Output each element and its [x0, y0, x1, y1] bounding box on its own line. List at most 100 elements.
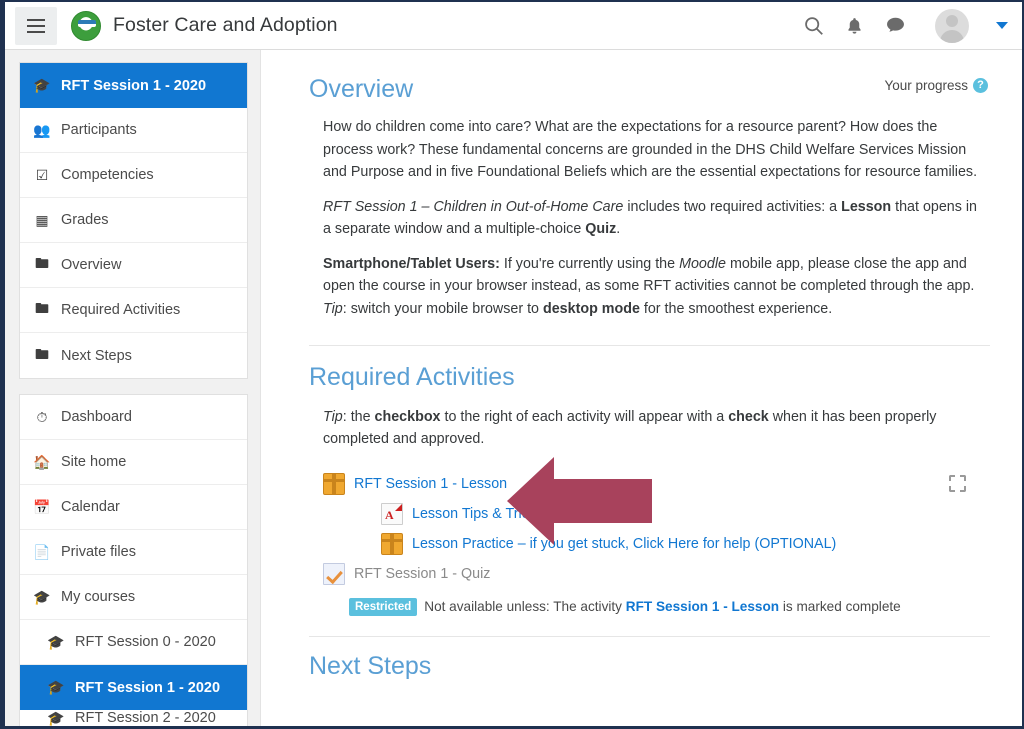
people-icon: 👥	[33, 121, 51, 138]
sidebar-item-label: RFT Session 1 - 2020	[75, 679, 221, 696]
p3-italic-tip: Tip	[323, 301, 343, 318]
completion-checkbox[interactable]	[949, 474, 966, 492]
section-divider	[309, 344, 990, 346]
next-steps-heading: Next Steps	[309, 652, 432, 681]
p3-text-a: If you're currently using the	[499, 255, 680, 272]
sidebar-item-site-home[interactable]: 🏠 Site home	[20, 440, 247, 485]
folder-icon: 🖿	[35, 300, 49, 316]
quiz-icon	[323, 562, 345, 585]
course-nav-block: 🎓 RFT Session 1 - 2020 👥 Participants ☑ …	[19, 62, 248, 379]
restriction-text-b: is marked complete	[779, 599, 901, 615]
graduation-cap-icon: 🎓	[33, 77, 51, 93]
restriction-notice: Restricted Not available unless: The act…	[349, 597, 990, 617]
page-body: 🎓 RFT Session 1 - 2020 👥 Participants ☑ …	[5, 50, 1022, 726]
session-title-italic: RFT Session 1 – Children in Out-of-Home …	[323, 198, 624, 215]
sidebar-item-calendar[interactable]: 📅 Calendar	[20, 485, 247, 530]
graduation-cap-icon: 🎓	[47, 633, 65, 650]
overview-paragraph-2: RFT Session 1 – Children in Out-of-Home …	[323, 196, 983, 241]
sidebar-item-label: Participants	[61, 122, 137, 138]
folder-icon: 🖿	[35, 345, 49, 362]
browser-window: Foster Care and Adoption 🎓 RFT Session 1…	[0, 0, 1024, 729]
sidebar-item-competencies[interactable]: ☑ Competencies	[20, 153, 247, 198]
section-divider-2	[309, 636, 990, 638]
main-content: Your progress ? Overview How do children…	[260, 50, 1022, 726]
required-activities-tip: Tip: the checkbox to the right of each a…	[323, 406, 983, 451]
sidebar-item-dashboard[interactable]: ⏱ Dashboard	[20, 395, 247, 440]
p2-bold-lesson: Lesson	[841, 198, 892, 215]
top-navbar: Foster Care and Adoption	[5, 2, 1022, 50]
p3-text-c: : switch your mobile browser to	[342, 301, 543, 318]
message-bubble-icon[interactable]	[885, 16, 906, 35]
file-icon: 📄	[33, 543, 51, 560]
folder-icon: 🖿	[35, 255, 49, 271]
grid-table-icon: ▦	[35, 211, 49, 228]
activity-link-handout[interactable]: Lesson Tips & Tricks (HANDOUT)	[412, 506, 627, 522]
sidebar-item-label: RFT Session 0 - 2020	[75, 634, 216, 650]
sidebar-item-my-courses[interactable]: 🎓 My courses	[20, 575, 247, 620]
sidebar-item-label: RFT Session 1 - 2020	[61, 77, 207, 94]
sidebar-item-label: Overview	[61, 257, 122, 273]
navbar-actions	[803, 8, 1008, 43]
overview-paragraph-1: How do children come into care? What are…	[323, 119, 978, 181]
sidebar-item-label: Required Activities	[61, 302, 181, 318]
p3-italic-moodle: Moodle	[679, 255, 726, 272]
p2-text-a: includes two required activities: a	[623, 198, 842, 215]
sidebar-item-rft-session-1-2020[interactable]: 🎓 RFT Session 1 - 2020	[20, 63, 247, 108]
activity-list: RFT Session 1 - Lesson Lesson Tips & Tri…	[323, 469, 990, 617]
chevron-down-icon[interactable]	[996, 22, 1008, 29]
bell-icon[interactable]	[845, 16, 864, 36]
sidebar-item-label: Site home	[61, 454, 127, 470]
restriction-text: Not available unless: The activity RFT S…	[424, 599, 900, 614]
sidebar-item-label: Dashboard	[61, 409, 132, 425]
p3-bold-desktop-mode: desktop mode	[542, 301, 640, 318]
list-item-quiz: RFT Session 1 - Quiz	[323, 559, 990, 589]
pdf-icon	[381, 502, 403, 525]
search-icon[interactable]	[803, 15, 824, 36]
help-icon[interactable]: ?	[973, 78, 988, 93]
lesson-icon	[323, 472, 345, 495]
sidebar-item-private-files[interactable]: 📄 Private files	[20, 530, 247, 575]
sidebar-item-overview[interactable]: 🖿 Overview	[20, 243, 247, 288]
tip-bold-checkbox: checkbox	[374, 408, 441, 425]
sidebar-item-rft-session-1-2020-current[interactable]: 🎓 RFT Session 1 - 2020	[20, 665, 247, 710]
sidebar-item-rft-session-0-2020[interactable]: 🎓 RFT Session 0 - 2020	[20, 620, 247, 665]
avatar[interactable]	[935, 8, 969, 43]
checked-box-icon: ☑	[35, 166, 49, 183]
status-badge: Restricted	[349, 597, 418, 617]
lesson-icon	[381, 532, 403, 555]
sidebar-item-label: RFT Session 2 - 2020	[75, 710, 216, 726]
p3-text-d: for the smoothest experience.	[639, 301, 833, 318]
sidebar: 🎓 RFT Session 1 - 2020 👥 Participants ☑ …	[5, 50, 260, 726]
graduation-cap-icon: 🎓	[47, 710, 65, 726]
sidebar-item-grades[interactable]: ▦ Grades	[20, 198, 247, 243]
your-progress-label: Your progress	[884, 78, 968, 93]
hamburger-icon[interactable]	[15, 6, 57, 45]
list-item-handout[interactable]: Lesson Tips & Tricks (HANDOUT)	[381, 499, 990, 529]
required-activities-heading: Required Activities	[309, 362, 515, 391]
sidebar-item-next-steps[interactable]: 🖿 Next Steps	[20, 333, 247, 378]
home-icon: 🏠	[33, 453, 51, 470]
sidebar-item-participants[interactable]: 👥 Participants	[20, 108, 247, 153]
list-item-lesson[interactable]: RFT Session 1 - Lesson	[323, 469, 990, 499]
sidebar-item-rft-session-2-2020[interactable]: 🎓 RFT Session 2 - 2020	[20, 710, 247, 726]
site-logo	[71, 10, 101, 41]
list-item-lesson-practice[interactable]: Lesson Practice – if you get stuck, Clic…	[381, 529, 990, 559]
calendar-icon: 📅	[33, 498, 51, 515]
activity-link-lesson[interactable]: RFT Session 1 - Lesson	[354, 476, 507, 492]
activity-label-quiz: RFT Session 1 - Quiz	[354, 565, 491, 582]
tip-text-a: : the	[342, 408, 375, 425]
sidebar-item-label: Competencies	[61, 167, 154, 183]
sidebar-item-label: Private files	[61, 544, 136, 560]
restriction-link[interactable]: RFT Session 1 - Lesson	[626, 599, 779, 614]
site-nav-block: ⏱ Dashboard 🏠 Site home 📅 Calendar 📄 Pri…	[19, 394, 248, 726]
sidebar-item-label: Next Steps	[61, 347, 132, 364]
overview-paragraph-3: Smartphone/Tablet Users: If you're curre…	[323, 253, 983, 321]
your-progress: Your progress ?	[884, 78, 988, 93]
p2-bold-quiz: Quiz	[585, 221, 617, 238]
sidebar-item-required-activities[interactable]: 🖿 Required Activities	[20, 288, 247, 333]
activity-link-lesson-practice[interactable]: Lesson Practice – if you get stuck, Clic…	[412, 536, 836, 552]
tip-italic-lead: Tip	[323, 408, 343, 425]
graduation-cap-icon: 🎓	[47, 679, 65, 695]
p3-bold-lead: Smartphone/Tablet Users:	[323, 255, 500, 272]
sidebar-item-label: My courses	[61, 589, 136, 605]
